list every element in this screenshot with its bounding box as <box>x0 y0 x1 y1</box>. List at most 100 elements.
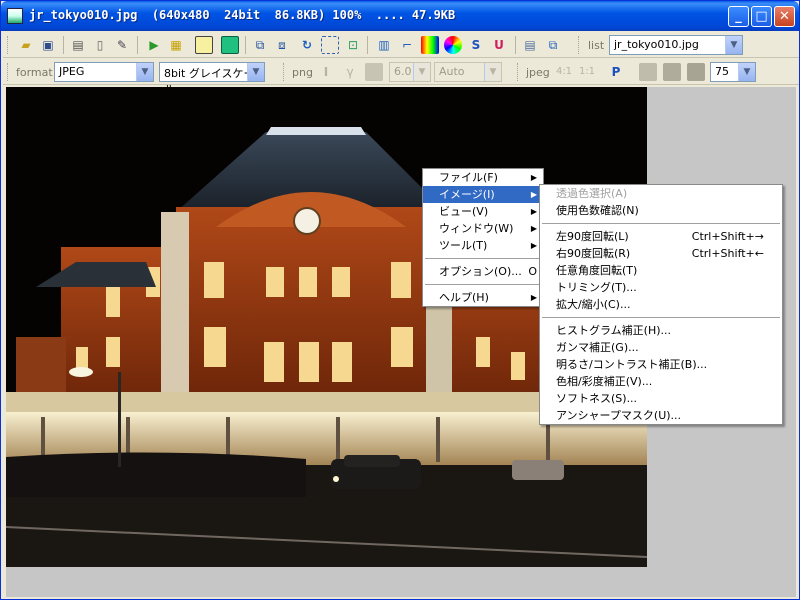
s-icon[interactable]: S <box>467 36 485 54</box>
menu-item-gamma[interactable]: ガンマ補正(G)... <box>540 339 782 356</box>
title-bar[interactable]: jr_tokyo010.jpg (640x480 24bit 86.8KB) 1… <box>1 1 799 31</box>
menu-item-rotate-left[interactable]: 左90度回転(L) Ctrl+Shift+→ <box>540 228 782 245</box>
crop-icon[interactable]: ⊡ <box>344 36 362 54</box>
curve-icon[interactable]: ⌐ <box>398 36 416 54</box>
menu-item-transparent-color[interactable]: 透過色選択(A) <box>540 185 782 202</box>
depth-select[interactable]: 8bit グレイスケール ▼ <box>159 62 265 96</box>
app-window: jr_tokyo010.jpg (640x480 24bit 86.8KB) 1… <box>0 0 800 600</box>
jpeg-quality-select[interactable]: 75 ▼ <box>710 62 756 82</box>
menu-item-label: オプション(O)... <box>439 265 522 278</box>
menu-item-image[interactable]: イメージ(I) ▶ <box>423 186 543 203</box>
menu-item-trim[interactable]: トリミング(T)... <box>540 279 782 296</box>
format-toolbar: format JPEG ▼ 8bit グレイスケール ▼ png I γ 6.0… <box>3 59 799 96</box>
menu-separator <box>542 223 780 224</box>
menu-separator <box>542 317 780 318</box>
menu-item-label: トリミング(T)... <box>556 281 637 294</box>
window-icon[interactable]: ⧉ <box>544 36 562 54</box>
png-compression-value: 6.0 <box>394 65 412 78</box>
print-icon[interactable]: ▤ <box>69 36 87 54</box>
close-icon: ✕ <box>779 9 790 24</box>
chevron-down-icon: ▼ <box>725 36 742 54</box>
save-icon[interactable]: ▣ <box>39 36 57 54</box>
minimize-button[interactable]: _ <box>728 6 749 27</box>
toolbar-grip[interactable] <box>578 36 581 54</box>
menu-item-softness[interactable]: ソフトネス(S)... <box>540 390 782 407</box>
quality-high-icon[interactable] <box>687 63 705 81</box>
window-title: jr_tokyo010.jpg (640x480 24bit 86.8KB) 1… <box>29 8 456 22</box>
menu-item-view[interactable]: ビュー(V) ▶ <box>423 203 543 220</box>
maximize-icon: □ <box>755 9 768 24</box>
menu-item-resize[interactable]: 拡大/縮小(C)... <box>540 296 782 313</box>
menu-item-label: ガンマ補正(G)... <box>556 341 639 354</box>
play-icon[interactable]: ▶ <box>145 36 163 54</box>
u-icon[interactable]: U <box>490 36 508 54</box>
page-icon[interactable]: ▯ <box>91 36 109 54</box>
list-select[interactable]: jr_tokyo010.jpg ▼ <box>609 35 743 55</box>
close-button[interactable]: ✕ <box>774 6 795 27</box>
toolbar-grip[interactable] <box>7 36 10 54</box>
copy-icon[interactable]: ⧉ <box>251 36 269 54</box>
subsample-111-icon[interactable]: 1:1 <box>578 63 596 81</box>
slideshow-icon[interactable]: ▦ <box>167 36 185 54</box>
toolbar-grip[interactable] <box>7 63 10 81</box>
rect-yellow-icon[interactable] <box>195 36 213 54</box>
open-folder-icon[interactable]: ▰ <box>17 36 35 54</box>
menu-item-brightness-contrast[interactable]: 明るさ/コントラスト補正(B)... <box>540 356 782 373</box>
png-label: png <box>292 66 313 79</box>
png-filter-value: Auto <box>439 65 465 78</box>
minimize-icon: _ <box>735 9 742 24</box>
format-label: format <box>16 66 53 79</box>
toolbar-separator <box>63 36 64 54</box>
toolbar-separator <box>367 36 368 54</box>
menu-item-window[interactable]: ウィンドウ(W) ▶ <box>423 220 543 237</box>
menu-item-label: ソフトネス(S)... <box>556 392 638 405</box>
color-wheel-icon[interactable] <box>444 36 462 54</box>
toolbar-separator <box>245 36 246 54</box>
interlace-icon[interactable]: I <box>317 63 335 81</box>
menu-item-options[interactable]: オプション(O)... O <box>423 263 543 280</box>
toolbar-grip[interactable] <box>517 63 520 81</box>
histogram-icon[interactable]: ▥ <box>375 36 393 54</box>
palette-icon[interactable] <box>421 36 439 54</box>
rotate-icon[interactable]: ↻ <box>298 36 316 54</box>
subsample-411-icon[interactable]: 4:1 <box>555 63 573 81</box>
menu-item-histogram[interactable]: ヒストグラム補正(H)... <box>540 322 782 339</box>
chevron-down-icon: ▼ <box>738 63 755 81</box>
maximize-button[interactable]: □ <box>751 6 772 27</box>
png-filter-select[interactable]: Auto ▼ <box>434 62 502 82</box>
rect-green-icon[interactable] <box>221 36 239 54</box>
menu-item-label: ファイル(F) <box>439 171 498 184</box>
toolbar-grip[interactable] <box>283 63 286 81</box>
doc-icon[interactable]: ▤ <box>521 36 539 54</box>
gamma-icon[interactable]: γ <box>341 63 359 81</box>
quality-mid-icon[interactable] <box>663 63 681 81</box>
menu-separator <box>425 284 541 285</box>
edit-icon[interactable]: ✎ <box>113 36 131 54</box>
menu-item-rotate-right[interactable]: 右90度回転(R) Ctrl+Shift+← <box>540 245 782 262</box>
submenu-arrow-icon: ▶ <box>530 207 537 216</box>
main-toolbar: ▰ ▣ ▤ ▯ ✎ ▶ ▦ ⧉ ⧈ ↻ ⊡ ▥ ⌐ S U ▤ ⧉ list j… <box>3 32 799 58</box>
quality-low-icon[interactable] <box>639 63 657 81</box>
menu-item-label: 左90度回転(L) <box>556 230 629 243</box>
menu-item-color-count[interactable]: 使用色数確認(N) <box>540 202 782 219</box>
menu-item-shortcut: O <box>528 265 537 278</box>
select-rect-icon[interactable] <box>321 36 339 54</box>
menu-item-help[interactable]: ヘルプ(H) ▶ <box>423 289 543 306</box>
chevron-down-icon: ▼ <box>413 63 430 81</box>
menu-item-label: ツール(T) <box>439 239 488 252</box>
transparent-icon[interactable] <box>365 63 383 81</box>
image-submenu: 透過色選択(A) 使用色数確認(N) 左90度回転(L) Ctrl+Shift+… <box>539 184 783 425</box>
submenu-arrow-icon: ▶ <box>530 190 537 199</box>
menu-item-label: ウィンドウ(W) <box>439 222 514 235</box>
menu-item-file[interactable]: ファイル(F) ▶ <box>423 169 543 186</box>
progressive-icon[interactable]: P <box>607 63 625 81</box>
context-menu: ファイル(F) ▶ イメージ(I) ▶ ビュー(V) ▶ ウィンドウ(W) ▶ … <box>422 168 544 307</box>
png-compression-select[interactable]: 6.0 ▼ <box>389 62 431 82</box>
paste-icon[interactable]: ⧈ <box>273 36 291 54</box>
menu-item-tools[interactable]: ツール(T) ▶ <box>423 237 543 254</box>
menu-item-rotate-arbitrary[interactable]: 任意角度回転(T) <box>540 262 782 279</box>
format-select[interactable]: JPEG ▼ <box>54 62 154 82</box>
menu-item-unsharp-mask[interactable]: アンシャープマスク(U)... <box>540 407 782 424</box>
menu-item-hue-saturation[interactable]: 色相/彩度補正(V)... <box>540 373 782 390</box>
toolbar-separator <box>137 36 138 54</box>
